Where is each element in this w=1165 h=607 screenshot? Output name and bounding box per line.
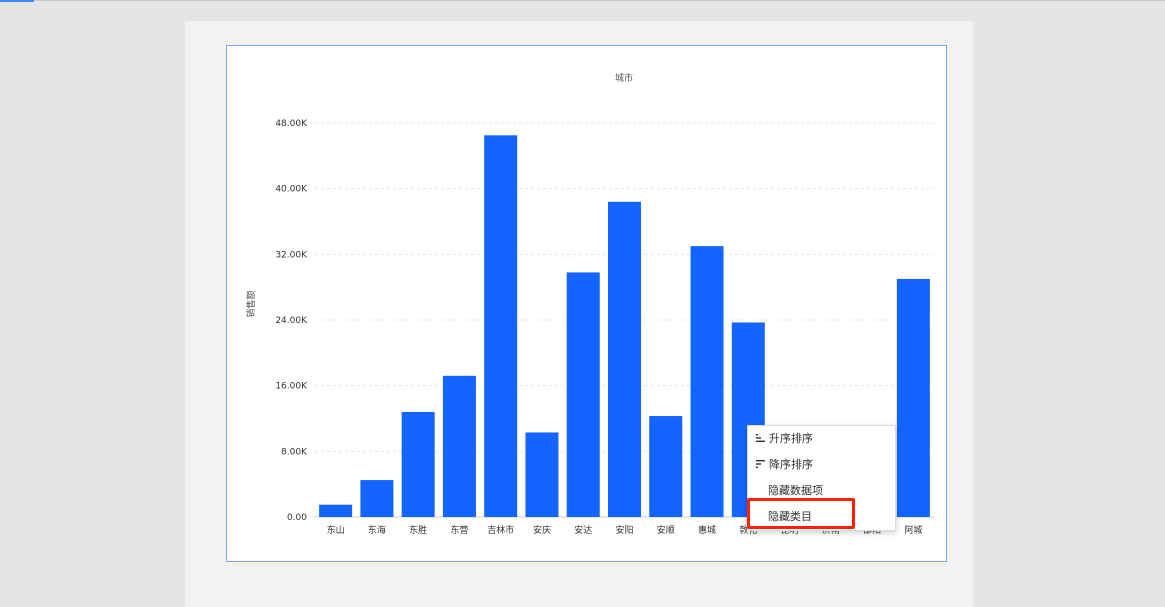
active-tab-indicator <box>0 0 34 2</box>
y-tick-label: 48.00K <box>275 119 308 129</box>
x-tick-label: 惠城 <box>698 524 716 536</box>
x-tick-label: 东海 <box>368 524 386 536</box>
sort-descending-icon <box>756 460 765 468</box>
y-tick-label: 24.00K <box>275 316 308 326</box>
bar-安顺[interactable] <box>649 416 683 517</box>
x-tick-label: 安庆 <box>533 524 551 536</box>
x-tick-label: 安阳 <box>615 524 633 536</box>
bar-东营[interactable] <box>442 375 476 517</box>
x-tick-label: 安顺 <box>657 524 675 536</box>
sort-ascending-icon <box>756 434 765 442</box>
bar-阿城[interactable] <box>896 278 930 517</box>
x-tick-label: 安达 <box>574 524 592 536</box>
bar-吉林市[interactable] <box>484 135 518 517</box>
y-tick-label: 40.00K <box>275 185 308 195</box>
x-tick-label: 东胜 <box>409 524 427 536</box>
menu-item-sort-descending[interactable]: 降序排序 <box>748 452 895 478</box>
x-tick-label: 阿城 <box>904 525 922 536</box>
bar-惠城[interactable] <box>690 246 724 517</box>
menu-item-label: 降序排序 <box>769 458 813 471</box>
x-tick-label: 东营 <box>450 524 468 536</box>
bar-安阳[interactable] <box>607 201 642 518</box>
bar-东山[interactable] <box>319 504 353 517</box>
y-tick-label: 0.00 <box>287 513 307 523</box>
y-tick-label: 32.00K <box>275 250 308 260</box>
bar-安达[interactable] <box>566 272 600 517</box>
x-tick-label: 吉林市 <box>487 524 514 536</box>
bar-安庆[interactable] <box>525 432 559 517</box>
y-tick-label: 8.00K <box>281 447 308 457</box>
menu-item-label: 升序排序 <box>769 432 813 445</box>
chart-title: 城市 <box>615 72 633 84</box>
menu-item-label: 隐藏数据项 <box>768 484 823 497</box>
highlight-box <box>747 498 855 529</box>
bar-东海[interactable] <box>360 480 394 517</box>
x-tick-label: 东山 <box>327 524 345 536</box>
y-axis-label: 销售额 <box>245 290 257 317</box>
top-border <box>0 0 1165 1</box>
bar-东胜[interactable] <box>401 411 435 517</box>
y-tick-label: 16.00K <box>275 382 308 392</box>
y-axis-ticks: 0.00 8.00K 16.00K 24.00K 32.00K 40.00K 48.00K <box>275 119 308 523</box>
menu-item-sort-ascending[interactable]: 升序排序 <box>748 426 895 452</box>
